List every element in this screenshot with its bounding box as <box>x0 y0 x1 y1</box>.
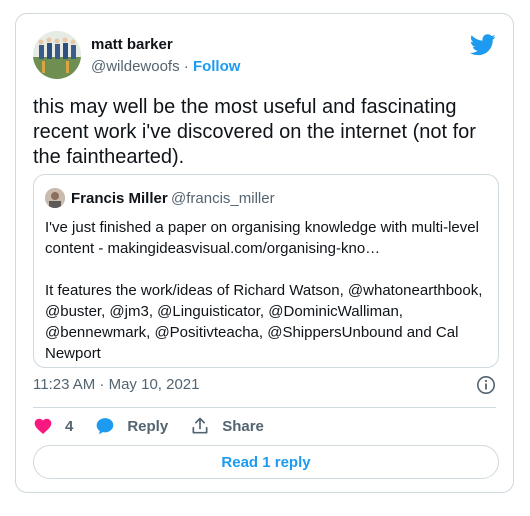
author-avatar[interactable] <box>33 31 81 79</box>
share-icon <box>192 417 208 434</box>
quoted-author-avatar <box>45 188 65 208</box>
info-icon[interactable] <box>476 375 496 395</box>
tweet-text: this may well be the most useful and fas… <box>33 96 476 168</box>
reply-label: Reply <box>127 417 169 435</box>
author-name[interactable]: matt barker <box>91 36 173 53</box>
reply-button[interactable]: Reply <box>95 416 168 436</box>
action-bar: 4 Reply Share <box>33 414 286 438</box>
follow-button[interactable]: Follow <box>193 58 241 75</box>
quoted-author-name: Francis Miller <box>71 190 168 207</box>
read-replies-button[interactable]: Read 1 reply <box>33 445 499 479</box>
quoted-tweet[interactable]: Francis Miller @francis_miller I've just… <box>33 174 499 368</box>
reply-bubble-icon <box>97 418 114 435</box>
author-handle[interactable]: @wildewoofs <box>91 58 180 75</box>
tweet-timestamp[interactable]: 11:23 AM · May 10, 2021 <box>33 376 200 393</box>
share-label: Share <box>222 417 264 435</box>
heart-icon <box>34 418 52 434</box>
quoted-tweet-text: I've just finished a paper on organising… <box>45 219 483 362</box>
tweet-card: matt barker @wildewoofs · Follow this ma… <box>15 13 514 493</box>
like-button[interactable]: 4 <box>33 416 73 436</box>
twitter-bird-icon[interactable] <box>470 34 496 56</box>
like-count: 4 <box>65 417 74 435</box>
author-handle-row: @wildewoofs · Follow <box>91 58 240 75</box>
handle-separator: · <box>179 58 193 75</box>
share-button[interactable]: Share <box>190 416 264 436</box>
divider <box>33 407 496 408</box>
quoted-author-handle: @francis_miller <box>171 190 275 207</box>
